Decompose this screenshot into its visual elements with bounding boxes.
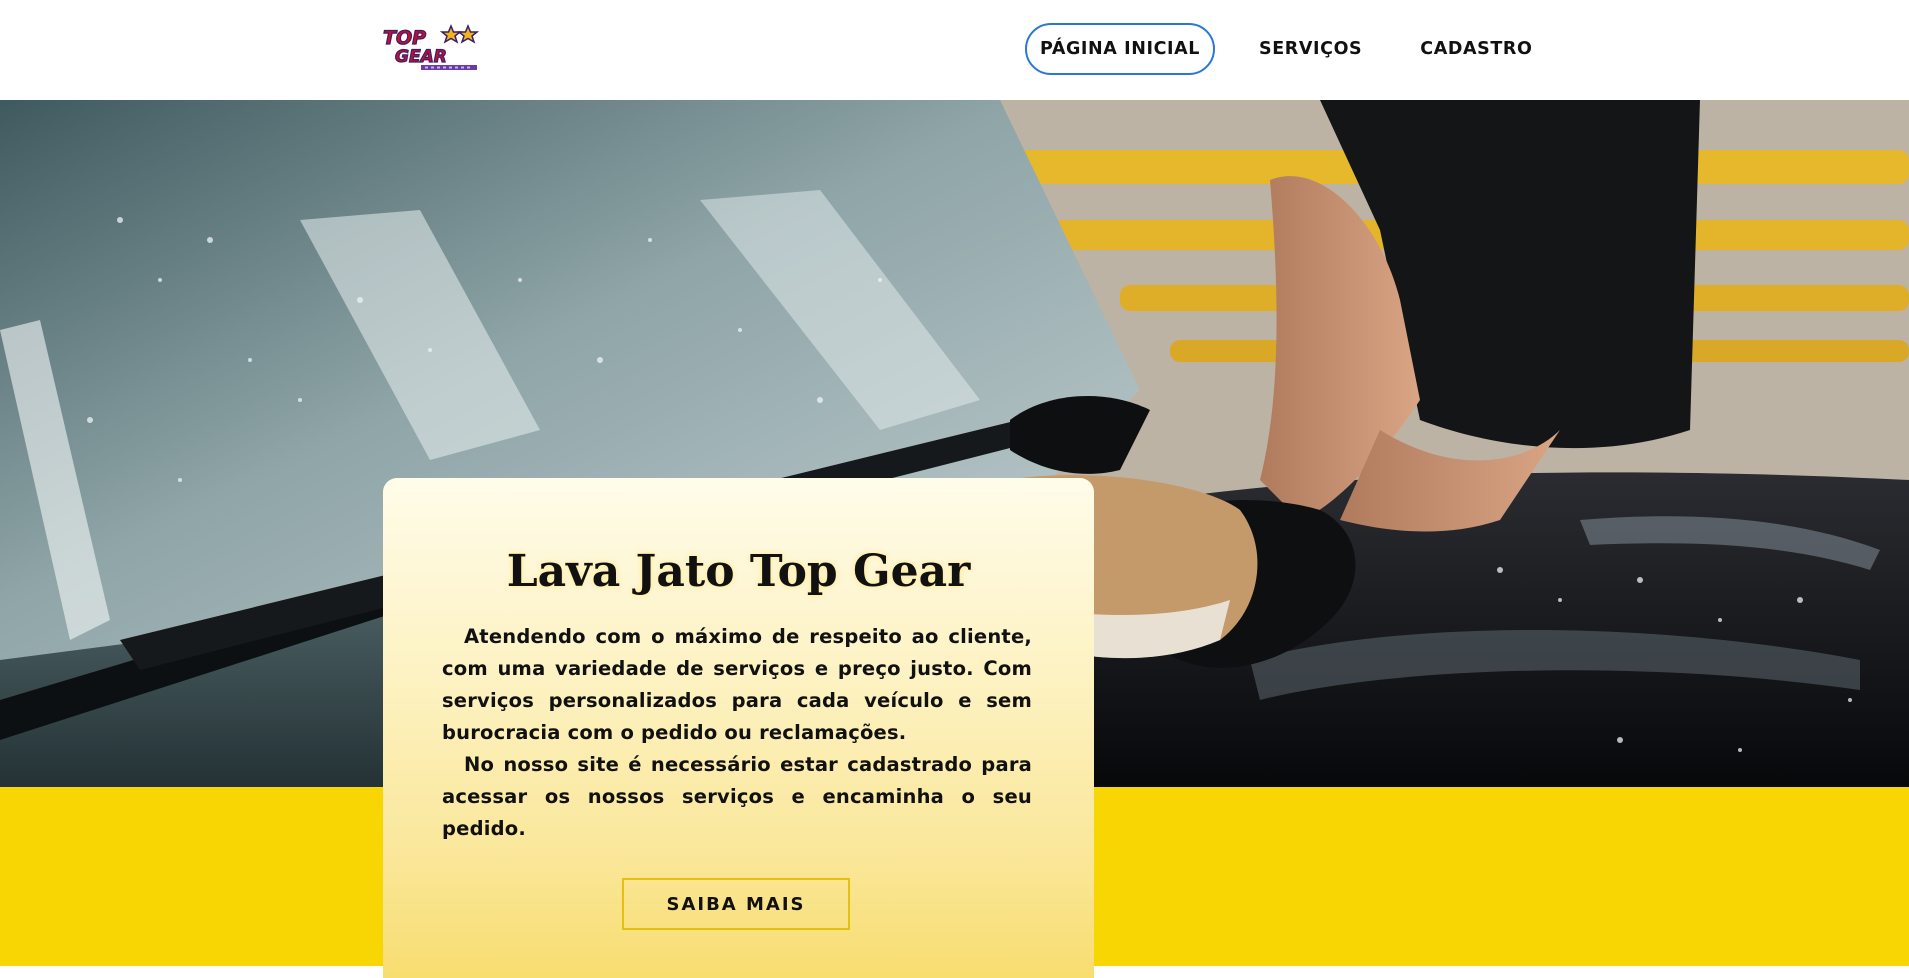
main-nav: PÁGINA INICIAL SERVIÇOS CADASTRO	[1025, 22, 1532, 76]
site-header: TOP GEAR PÁGINA INICIAL SERVIÇOS CADASTR…	[0, 0, 1909, 100]
intro-card: Lava Jato Top Gear Atendendo com o máxim…	[383, 478, 1094, 978]
nav-cadastro[interactable]: CADASTRO	[1420, 39, 1532, 59]
card-title: Lava Jato Top Gear	[506, 546, 971, 597]
nav-servicos[interactable]: SERVIÇOS	[1259, 39, 1362, 59]
logo-graphic: TOP GEAR	[382, 24, 480, 70]
card-description: Atendendo com o máximo de respeito ao cl…	[442, 621, 1032, 845]
nav-pagina-inicial[interactable]: PÁGINA INICIAL	[1025, 23, 1216, 75]
card-paragraph-2: No nosso site é necessário estar cadastr…	[442, 753, 1032, 840]
svg-text:TOP: TOP	[383, 27, 426, 49]
card-paragraph-1: Atendendo com o máximo de respeito ao cl…	[442, 625, 1032, 744]
top-gear-logo[interactable]: TOP GEAR	[381, 22, 481, 74]
saiba-mais-button[interactable]: SAIBA MAIS	[622, 878, 850, 930]
svg-text:GEAR: GEAR	[395, 47, 447, 67]
